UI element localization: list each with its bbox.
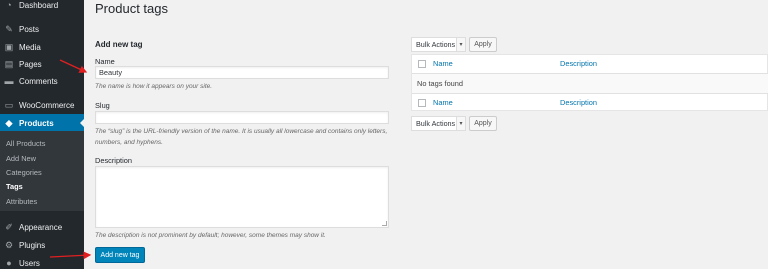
submenu-tags[interactable]: Tags	[6, 182, 23, 191]
slug-help-text-line-1: The “slug” is the URL-friendly version o…	[95, 128, 388, 135]
resize-handle-icon[interactable]	[382, 221, 387, 226]
table-empty-row: No tags found	[412, 74, 768, 93]
active-indicator	[80, 119, 84, 127]
column-name-header[interactable]: Name	[433, 59, 453, 68]
slug-help-text-line-2: numbers, and hyphens.	[95, 139, 163, 146]
menu-label: Posts	[19, 24, 40, 34]
menu-users[interactable]: ● Users	[0, 254, 84, 269]
woocommerce-icon: ▭	[4, 99, 14, 110]
column-name-footer[interactable]: Name	[433, 98, 453, 107]
apply-button-bottom[interactable]: Apply	[469, 116, 497, 131]
submenu-add-new[interactable]: Add New	[6, 154, 36, 163]
menu-label: Media	[19, 42, 41, 52]
chevron-down-icon: ▾	[456, 38, 465, 51]
menu-label: Users	[19, 258, 40, 268]
menu-label: Plugins	[19, 240, 46, 250]
menu-woocommerce[interactable]: ▭ WooCommerce	[0, 96, 84, 114]
slug-input[interactable]	[95, 111, 389, 124]
name-label: Name	[95, 57, 115, 66]
brush-icon: ✐	[5, 221, 13, 232]
menu-media[interactable]: ▣ Media	[0, 38, 84, 56]
bulk-actions-select-top[interactable]: Bulk Actions ▾	[411, 37, 466, 52]
chevron-down-icon: ▾	[456, 117, 465, 130]
name-help-text: The name is how it appears on your site.	[95, 83, 213, 90]
menu-products[interactable]: ◆ Products	[0, 114, 84, 132]
tags-table: Name Description No tags found Name Desc…	[411, 54, 768, 111]
bulk-actions-value: Bulk Actions	[416, 40, 456, 49]
page-icon: ▤	[4, 58, 14, 69]
pin-icon: ✎	[5, 23, 13, 34]
menu-dashboard[interactable]: ◔ Dashboard	[0, 0, 84, 14]
cube-icon: ◆	[5, 117, 13, 128]
add-new-tag-button[interactable]: Add new tag	[95, 247, 145, 263]
slug-label: Slug	[95, 101, 110, 110]
menu-plugins[interactable]: ⚙ Plugins	[0, 236, 84, 254]
name-input[interactable]: Beauty	[95, 66, 389, 79]
description-textarea[interactable]	[95, 166, 389, 228]
select-all-checkbox-footer[interactable]	[418, 99, 426, 107]
column-description-footer[interactable]: Description	[560, 98, 597, 107]
products-submenu: All Products Add New Categories Tags Att…	[0, 131, 84, 211]
page-title: Product tags	[95, 1, 168, 16]
bulk-actions-value: Bulk Actions	[416, 119, 456, 128]
name-input-value: Beauty	[99, 68, 123, 77]
menu-label: Comments	[19, 76, 58, 86]
no-items-message: No tags found	[417, 79, 464, 88]
form-section-title: Add new tag	[95, 40, 143, 49]
description-help-text: The description is not prominent by defa…	[95, 232, 326, 239]
submenu-all-products[interactable]: All Products	[6, 139, 45, 148]
table-footer-row: Name Description	[412, 93, 768, 112]
plugin-icon: ⚙	[4, 239, 14, 250]
column-description-header[interactable]: Description	[560, 59, 597, 68]
submenu-categories[interactable]: Categories	[6, 168, 42, 177]
comment-icon: ▬	[4, 75, 14, 86]
description-label: Description	[95, 156, 132, 165]
admin-sidebar: ◔ Dashboard ✎ Posts ▣ Media ▤ Pages ▬ Co…	[0, 0, 84, 269]
menu-label: Pages	[19, 59, 42, 69]
menu-label: WooCommerce	[19, 100, 75, 110]
menu-comments[interactable]: ▬ Comments	[0, 72, 84, 90]
bulk-actions-select-bottom[interactable]: Bulk Actions ▾	[411, 116, 466, 131]
user-icon: ●	[6, 257, 12, 268]
submenu-attributes[interactable]: Attributes	[6, 197, 37, 206]
menu-appearance[interactable]: ✐ Appearance	[0, 218, 84, 236]
menu-label: Appearance	[19, 222, 63, 232]
menu-pages[interactable]: ▤ Pages	[0, 55, 84, 73]
table-header-row: Name Description	[412, 55, 768, 74]
apply-button-top[interactable]: Apply	[469, 37, 497, 52]
menu-label: Products	[19, 118, 54, 128]
select-all-checkbox[interactable]	[418, 60, 426, 68]
menu-posts[interactable]: ✎ Posts	[0, 20, 84, 38]
dashboard-icon: ◔	[6, 0, 12, 10]
menu-label: Dashboard	[19, 0, 59, 10]
media-icon: ▣	[4, 41, 14, 52]
